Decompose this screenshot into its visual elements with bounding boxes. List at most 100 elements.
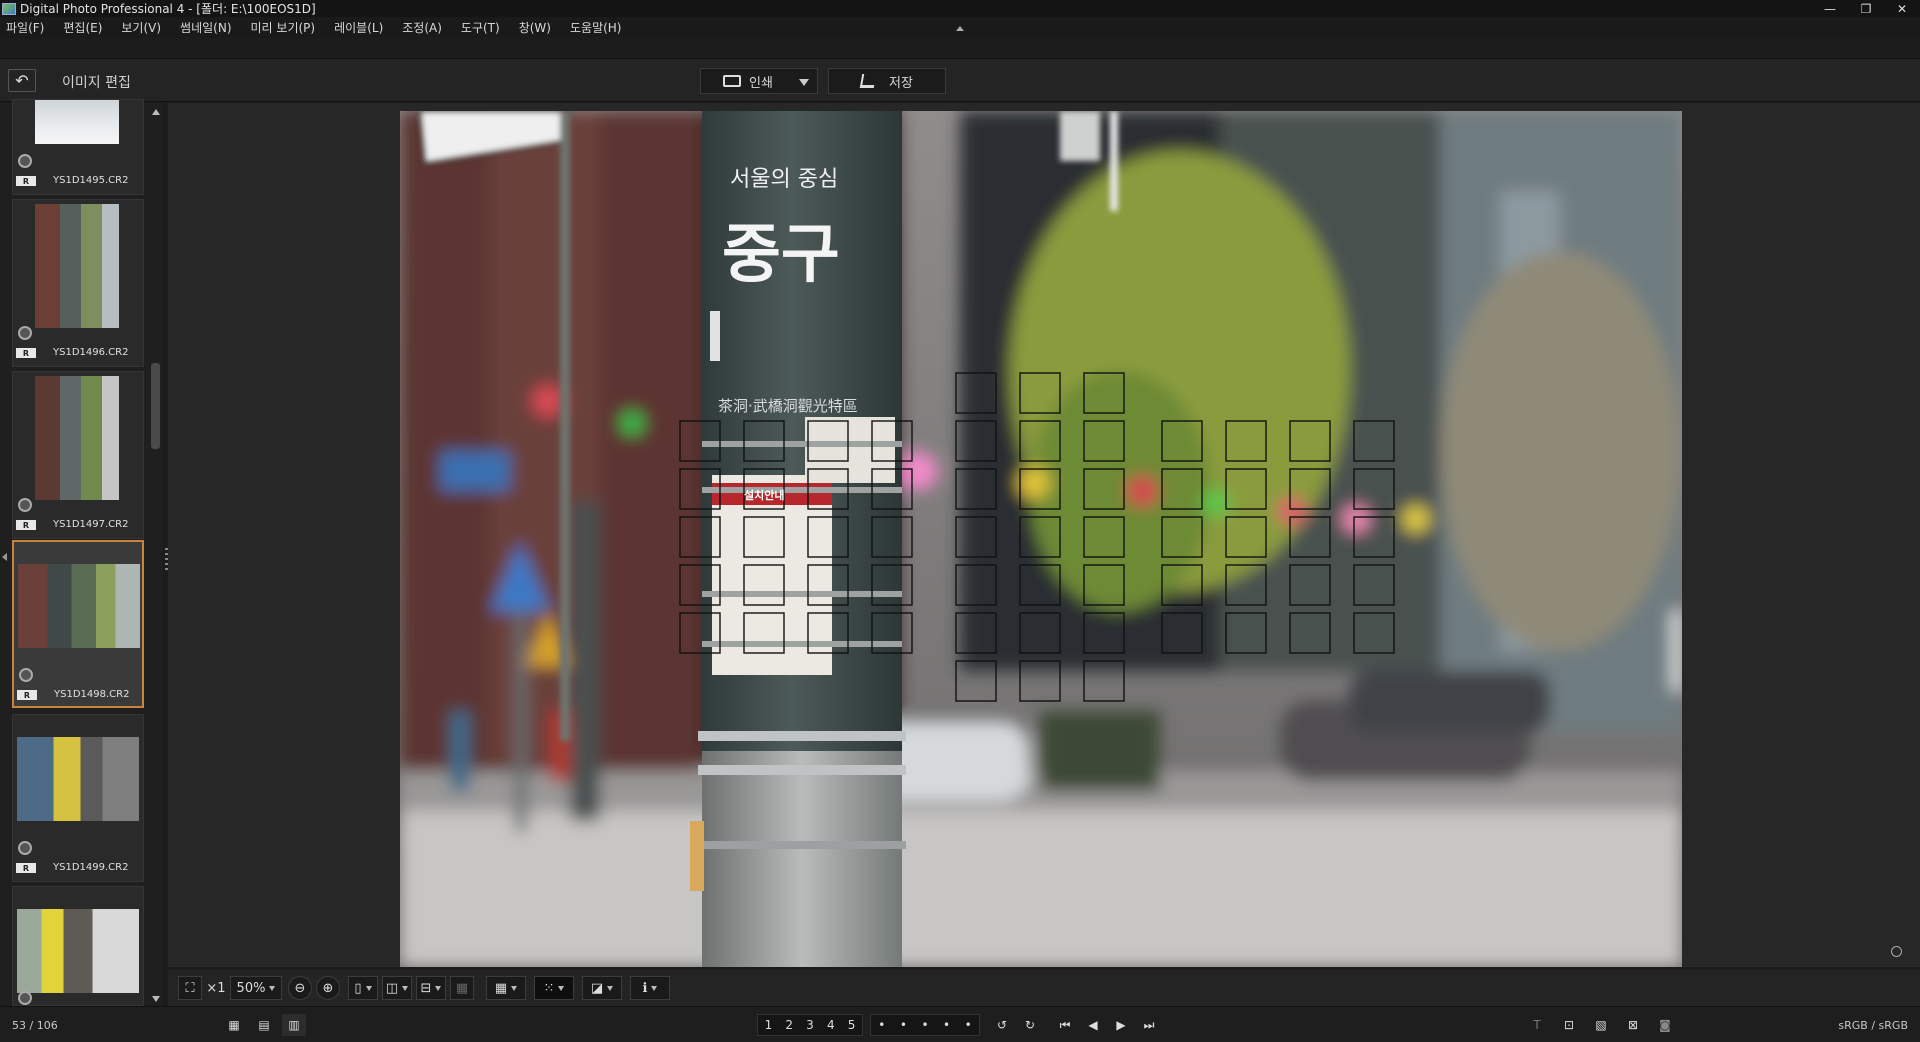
star-1-icon[interactable]: • [878, 1018, 885, 1032]
collapse-left-icon[interactable] [2, 553, 7, 561]
thumbnail-item[interactable] [12, 886, 144, 1006]
menu-preview[interactable]: 미리 보기(P) [251, 19, 316, 36]
highlight-warning-button[interactable]: ◪ [582, 976, 622, 1000]
chevron-down-icon [651, 985, 658, 991]
window-title: Digital Photo Professional 4 - [폴더: E:\1… [20, 2, 316, 16]
notice-title-text: 설치안내 [744, 488, 784, 502]
printer-icon [723, 75, 741, 87]
chevron-down-icon [558, 985, 565, 991]
af-point-button[interactable]: ⁙ [534, 976, 574, 1000]
thumbnail-image [18, 564, 140, 648]
rotate-right-button[interactable]: ↻ [1018, 1014, 1042, 1036]
check-radio-icon[interactable] [18, 991, 32, 1005]
image-count: 53 / 106 [12, 1019, 58, 1032]
navigator-icon[interactable] [1891, 946, 1902, 957]
close-icon[interactable]: ✕ [1884, 0, 1920, 17]
preview-image[interactable]: 서울의 중심 중구 茶洞·武橋洞觀光特區 설치안내 [400, 111, 1682, 967]
rating-1-button[interactable]: 1 [765, 1018, 773, 1032]
menu-tools[interactable]: 도구(T) [461, 19, 500, 36]
title-bar: Digital Photo Professional 4 - [폴더: E:\1… [0, 0, 1920, 17]
thumbnail-filename: YS1D1496.CR2 [53, 347, 129, 358]
info-button[interactable]: ℹ [630, 976, 670, 1000]
first-image-button[interactable]: ⏮ [1052, 1014, 1078, 1036]
rating-2-button[interactable]: 2 [785, 1018, 793, 1032]
thumbnail-item-selected[interactable]: R YS1D1498.CR2 [12, 540, 144, 708]
camera-button[interactable]: ◙ [1652, 1014, 1678, 1036]
compare-vertical-button[interactable]: ◫ [382, 976, 412, 1000]
toolbar: ↶ 이미지 편집 인쇄 저장 [0, 58, 1920, 102]
check-radio-icon[interactable] [18, 154, 32, 168]
dust-delete-button[interactable]: ⊠ [1620, 1014, 1646, 1036]
zoom-out-button[interactable]: ⊖ [288, 976, 312, 1000]
list-layout-button[interactable]: ▤ [252, 1014, 276, 1036]
check-radio-icon[interactable] [19, 668, 33, 682]
zoom-100-button[interactable]: ×1 [204, 976, 228, 1000]
list-layout-icon: ▤ [258, 1018, 270, 1032]
rating-3-button[interactable]: 3 [806, 1018, 814, 1032]
sync-view-button[interactable]: ▦ [450, 976, 474, 1000]
photo-render: 서울의 중심 중구 茶洞·武橋洞觀光特區 설치안내 [400, 111, 1682, 967]
rating-group: 1 2 3 4 5 [757, 1014, 863, 1036]
menu-adjust[interactable]: 조정(A) [402, 19, 442, 36]
chevron-down-icon [402, 985, 409, 991]
thumbnail-item[interactable]: R YS1D1496.CR2 [12, 199, 144, 367]
crop-icon: ⊡ [1563, 1018, 1575, 1032]
single-view-button[interactable]: ▯ [348, 976, 378, 1000]
last-image-button[interactable]: ⏭ [1136, 1014, 1162, 1036]
collapse-toolbar-icon[interactable] [956, 26, 964, 31]
menu-help[interactable]: 도움말(H) [570, 19, 622, 36]
thumbnail-strip: R YS1D1495.CR2 R YS1D1496.CR2 R YS1D1497… [0, 99, 162, 1006]
check-radio-icon[interactable] [18, 841, 32, 855]
zoom-select[interactable]: 50% [230, 976, 282, 1000]
menu-window[interactable]: 창(W) [519, 19, 551, 36]
menu-file[interactable]: 파일(F) [6, 19, 44, 36]
previous-image-button[interactable]: ◀ [1080, 1014, 1106, 1036]
star-2-icon[interactable]: • [900, 1018, 907, 1032]
minimize-icon[interactable]: — [1812, 0, 1848, 17]
menu-thumbnail[interactable]: 썸네일(N) [180, 19, 231, 36]
crop-tool-button[interactable]: ⊡ [1556, 1014, 1582, 1036]
check-radio-icon[interactable] [18, 326, 32, 340]
view-tools-row: ⛶ ×1 50% ⊖ ⊕ ▯ ◫ ⊟ ▦ ▦ ⁙ ◪ ℹ [168, 970, 1920, 1006]
grid-layout-button[interactable]: ▦ [222, 1014, 246, 1036]
chevron-down-icon[interactable] [799, 79, 809, 86]
filmstrip-layout-button[interactable]: ▥ [282, 1014, 306, 1036]
check-radio-icon[interactable] [18, 498, 32, 512]
print-button[interactable]: 인쇄 [700, 68, 818, 94]
rotate-left-icon: ↺ [996, 1018, 1008, 1032]
grid-overlay-button[interactable]: ▦ [486, 976, 526, 1000]
skip-last-icon: ⏭ [1143, 1017, 1155, 1032]
save-button[interactable]: 저장 [828, 68, 946, 94]
thumbnail-item[interactable]: R YS1D1497.CR2 [12, 371, 144, 539]
next-image-button[interactable]: ▶ [1108, 1014, 1134, 1036]
star-3-icon[interactable]: • [921, 1018, 928, 1032]
restore-icon[interactable]: ❐ [1848, 0, 1884, 17]
compare-horizontal-button[interactable]: ⊟ [416, 976, 446, 1000]
thumbnail-item[interactable]: R YS1D1499.CR2 [12, 714, 144, 882]
star-5-icon[interactable]: • [965, 1018, 972, 1032]
star-4-icon[interactable]: • [943, 1018, 950, 1032]
thumbnail-filename: YS1D1499.CR2 [53, 862, 129, 873]
raw-badge: R [16, 348, 36, 358]
histogram-button[interactable]: ▧ [1588, 1014, 1614, 1036]
sync-icon: ▦ [455, 980, 469, 996]
zoom-in-button[interactable]: ⊕ [316, 976, 340, 1000]
text-overlay-button[interactable]: T [1524, 1014, 1550, 1036]
chevron-down-icon [511, 985, 518, 991]
raw-badge: R [17, 690, 37, 700]
rotate-left-button[interactable]: ↺ [990, 1014, 1014, 1036]
menu-label[interactable]: 레이블(L) [334, 19, 383, 36]
back-button[interactable]: ↶ [8, 69, 36, 92]
scrollbar-thumb[interactable] [151, 363, 160, 449]
raw-badge: R [16, 863, 36, 873]
text-icon: T [1533, 1018, 1541, 1032]
menu-edit[interactable]: 편집(E) [63, 19, 102, 36]
zoom-level-value: 50% [236, 980, 266, 996]
thumbnail-item[interactable]: R YS1D1495.CR2 [12, 99, 144, 195]
scroll-down-icon[interactable] [152, 996, 160, 1002]
menu-view[interactable]: 보기(V) [121, 19, 161, 36]
rating-5-button[interactable]: 5 [848, 1018, 856, 1032]
rating-4-button[interactable]: 4 [827, 1018, 835, 1032]
fit-screen-button[interactable]: ⛶ [178, 976, 202, 1000]
scroll-up-icon[interactable] [152, 109, 160, 115]
